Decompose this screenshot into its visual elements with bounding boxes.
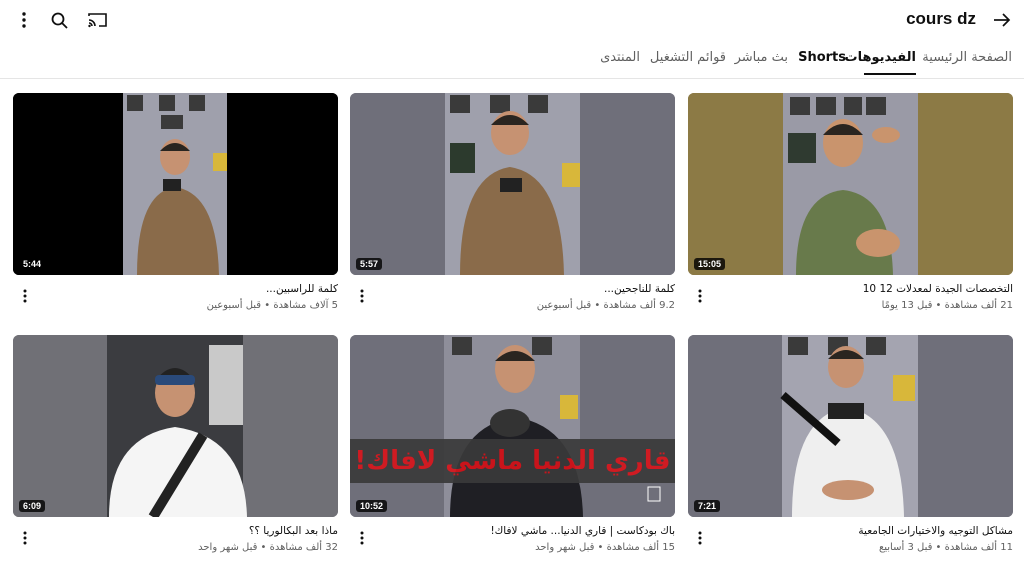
video-duration: 6:09 <box>19 500 46 512</box>
video-title[interactable]: كلمة للناجحين... <box>375 283 675 295</box>
tab-videos[interactable]: الفيديوهات <box>845 50 917 65</box>
more-vert-icon[interactable] <box>17 528 33 548</box>
channel-tabs: الصفحة الرئيسية الفيديوهات Shorts بث مبا… <box>0 40 1024 79</box>
video-title[interactable]: باك بودكاست | قاري الدنيا... ماشي لافاك! <box>375 525 675 537</box>
tab-home[interactable]: الصفحة الرئيسية <box>922 50 1012 65</box>
active-tab-indicator <box>864 73 916 75</box>
video-duration: 5:44 <box>19 258 46 270</box>
more-vert-icon[interactable] <box>354 286 370 306</box>
more-vert-icon[interactable] <box>692 528 708 548</box>
arrow-right-icon[interactable] <box>990 8 1014 32</box>
video-meta: 32 ألف مشاهدة • قبل شهر واحد <box>198 542 338 553</box>
tab-shorts[interactable]: Shorts <box>798 50 846 65</box>
tab-playlists[interactable]: قوائم التشغيل <box>650 50 726 65</box>
video-thumbnail[interactable]: 15:05 <box>688 93 1013 275</box>
more-options-icon[interactable] <box>14 8 34 32</box>
video-duration: 10:52 <box>356 500 388 512</box>
video-duration: 15:05 <box>694 258 726 270</box>
video-duration: 7:21 <box>694 500 721 512</box>
video-thumbnail[interactable]: 6:09 <box>13 335 338 517</box>
video-meta: 9.2 ألف مشاهدة • قبل أسبوعين <box>536 300 675 311</box>
video-title[interactable]: ماذا بعد البكالوريا ؟؟ <box>38 525 338 537</box>
video-title[interactable]: كلمة للراسبين... <box>38 283 338 295</box>
video-title[interactable]: التخصصات الجيدة لمعدلات 12 10 <box>713 283 1013 295</box>
top-bar: cours dz <box>0 0 1024 40</box>
channel-title: cours dz <box>906 9 976 28</box>
more-vert-icon[interactable] <box>354 528 370 548</box>
video-meta: 5 آلاف مشاهدة • قبل أسبوعين <box>206 300 338 311</box>
video-thumbnail[interactable]: 5:44 <box>13 93 338 275</box>
video-duration: 5:57 <box>356 258 383 270</box>
more-vert-icon[interactable] <box>17 286 33 306</box>
video-title[interactable]: مشاكل التوجيه والاختيارات الجامعية <box>713 525 1013 537</box>
tab-live[interactable]: بث مباشر <box>735 50 788 65</box>
video-meta: 15 ألف مشاهدة • قبل شهر واحد <box>535 542 675 553</box>
video-meta: 11 ألف مشاهدة • قبل 3 أسابيع <box>878 542 1013 553</box>
tab-community[interactable]: المنتدى <box>600 50 640 65</box>
thumbnail-overlay-text: قاري الدنيا ماشي لافاك! <box>350 439 675 483</box>
cast-icon[interactable] <box>85 8 109 32</box>
search-icon[interactable] <box>47 8 71 32</box>
video-thumbnail[interactable]: 5:57 <box>350 93 675 275</box>
more-vert-icon[interactable] <box>692 286 708 306</box>
video-thumbnail[interactable]: قاري الدنيا ماشي لافاك! 10:52 <box>350 335 675 517</box>
video-thumbnail[interactable]: 7:21 <box>688 335 1013 517</box>
video-meta: 21 ألف مشاهدة • قبل 13 يومًا <box>881 300 1013 311</box>
